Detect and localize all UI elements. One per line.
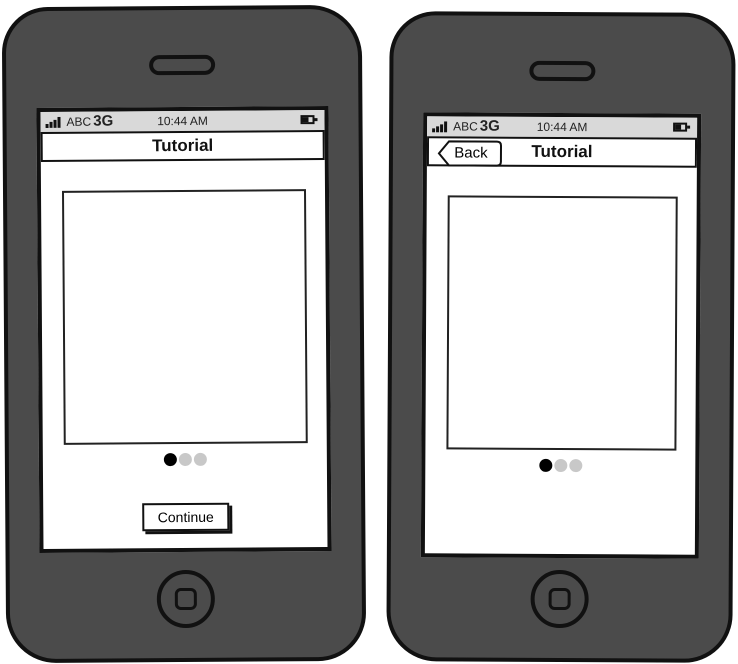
phone-mockup-2: ABC 3G 10:44 AM Back Tutorial [386,11,736,663]
page-dot[interactable] [568,459,582,473]
carrier-label: ABC 3G [66,112,114,130]
signal-icon [432,121,448,133]
phone-screen: ABC 3G 10:44 AM Back Tutorial [420,112,702,559]
battery-icon [673,122,691,132]
tutorial-slide[interactable] [61,189,308,445]
status-bar: ABC 3G 10:44 AM [40,110,325,132]
page-title: Tutorial [531,141,593,162]
navigation-bar: Back Tutorial [426,136,698,168]
page-indicator[interactable] [425,458,695,473]
page-indicator[interactable] [43,452,327,468]
page-dot-active[interactable] [538,458,552,472]
network-label: 3G [479,117,500,135]
network-label: 3G [93,112,114,130]
status-bar: ABC 3G 10:44 AM [427,116,698,138]
page-dot[interactable] [178,452,192,467]
speaker-icon [149,54,216,76]
speaker-icon [529,60,596,82]
phone-screen: ABC 3G 10:44 AM Tutorial Continue [36,105,332,554]
page-dot[interactable] [553,458,567,473]
status-time: 10:44 AM [157,113,208,129]
navigation-bar: Tutorial [40,130,325,162]
carrier-label: ABC 3G [453,117,500,135]
battery-icon [300,115,318,125]
tutorial-slide[interactable] [446,195,678,451]
continue-button[interactable]: Continue [142,502,230,532]
signal-icon [45,116,61,128]
home-button-icon[interactable] [156,569,216,629]
page-title: Tutorial [152,135,214,156]
home-button-icon[interactable] [530,569,589,629]
page-dot-active[interactable] [163,453,177,467]
phone-mockup-1: ABC 3G 10:44 AM Tutorial Continue [1,4,367,664]
status-time: 10:44 AM [536,119,588,135]
page-dot[interactable] [193,452,207,466]
